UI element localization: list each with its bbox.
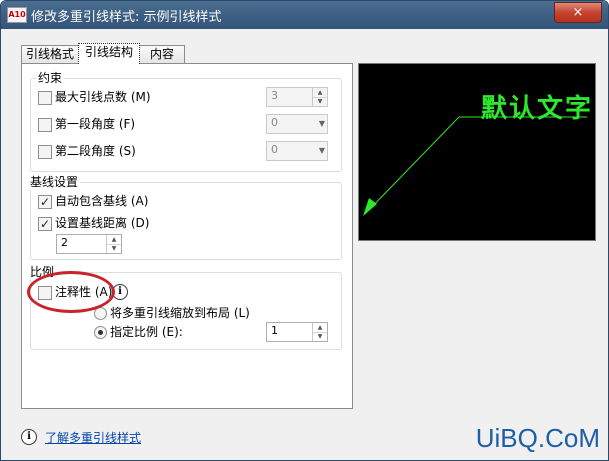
- spin-down-icon[interactable]: ▼: [313, 332, 327, 341]
- auto-include-checkbox[interactable]: [38, 193, 52, 211]
- leader-arrowhead: [363, 198, 377, 216]
- landing-distance-stepper[interactable]: 2 ▲ ▼: [56, 234, 122, 254]
- set-distance-label: 设置基线距离 (D): [55, 216, 150, 230]
- app-icon: A10: [7, 7, 27, 23]
- leader-line: [364, 116, 460, 215]
- second-angle-value: 0: [271, 143, 278, 156]
- second-angle-checkbox[interactable]: [38, 145, 52, 159]
- max-points-checkbox[interactable]: [38, 91, 52, 105]
- title-bar[interactable]: A10 修改多重引线样式: 示例引线样式 ×: [1, 1, 608, 29]
- max-points-stepper[interactable]: 3 ▲ ▼: [266, 87, 328, 107]
- set-distance-row: 设置基线距离 (D): [38, 214, 238, 233]
- specify-scale-radio[interactable]: [94, 326, 107, 339]
- scale-value-stepper[interactable]: 1 ▲ ▼: [266, 322, 328, 342]
- tab-leader-format[interactable]: 引线格式: [21, 45, 79, 63]
- landing-distance-spin-buttons[interactable]: ▲ ▼: [106, 235, 121, 253]
- preview-text: 默认文字: [481, 94, 594, 124]
- spin-down-icon[interactable]: ▼: [107, 244, 121, 253]
- specify-scale-row: 指定比例 (E):: [94, 323, 234, 341]
- scale-to-layout-row: 将多重引线缩放到布局 (L): [94, 304, 314, 322]
- auto-include-label: 自动包含基线 (A): [55, 194, 149, 208]
- auto-include-row: 自动包含基线 (A): [38, 192, 238, 211]
- first-angle-select[interactable]: 0 ▼: [266, 114, 328, 134]
- chevron-down-icon: ▼: [318, 119, 325, 128]
- preview-panel: 默认文字: [358, 63, 596, 241]
- landing-distance-value: 2: [61, 236, 68, 249]
- specify-scale-label: 指定比例 (E):: [110, 325, 183, 339]
- leader-structure-panel: 约束 最大引线点数 (M) 3 ▲ ▼ 第一段角度 (F) 0 ▼ 第二段角度 …: [21, 63, 353, 409]
- highlight-annotation-circle: [27, 271, 115, 313]
- landing-group-title: 基线设置: [28, 173, 81, 190]
- second-angle-label: 第二段角度 (S): [55, 144, 136, 158]
- first-angle-checkbox[interactable]: [38, 118, 52, 132]
- max-points-spin-buttons[interactable]: ▲ ▼: [312, 88, 327, 106]
- set-distance-checkbox[interactable]: [38, 215, 52, 233]
- tab-leader-structure[interactable]: 引线结构: [78, 43, 140, 64]
- dialog-window: A10 修改多重引线样式: 示例引线样式 × 引线格式 引线结构 内容 约束 最…: [0, 0, 609, 461]
- learn-multileader-style-link[interactable]: 了解多重引线样式: [45, 429, 141, 446]
- scale-to-layout-label: 将多重引线缩放到布局 (L): [110, 306, 250, 320]
- tab-content[interactable]: 内容: [139, 45, 185, 63]
- spin-down-icon[interactable]: ▼: [313, 97, 327, 106]
- first-angle-row: 第一段角度 (F): [38, 115, 258, 133]
- close-button[interactable]: ×: [554, 2, 602, 23]
- window-title: 修改多重引线样式: 示例引线样式: [31, 10, 222, 25]
- max-points-label: 最大引线点数 (M): [55, 90, 151, 104]
- max-points-value: 3: [271, 89, 278, 102]
- dialog-footer: i 了解多重引线样式 UiBQ.CoM: [1, 419, 608, 460]
- first-angle-label: 第一段角度 (F): [55, 117, 136, 131]
- chevron-down-icon: ▼: [318, 146, 325, 155]
- help-info-icon: i: [21, 429, 37, 445]
- constraints-group-title: 约束: [36, 69, 65, 86]
- scale-spin-buttons[interactable]: ▲ ▼: [312, 323, 327, 341]
- first-angle-value: 0: [271, 116, 278, 129]
- watermark-text: UiBQ.CoM: [475, 423, 600, 453]
- second-angle-select[interactable]: 0 ▼: [266, 141, 328, 161]
- scale-value: 1: [271, 324, 278, 337]
- second-angle-row: 第二段角度 (S): [38, 142, 258, 160]
